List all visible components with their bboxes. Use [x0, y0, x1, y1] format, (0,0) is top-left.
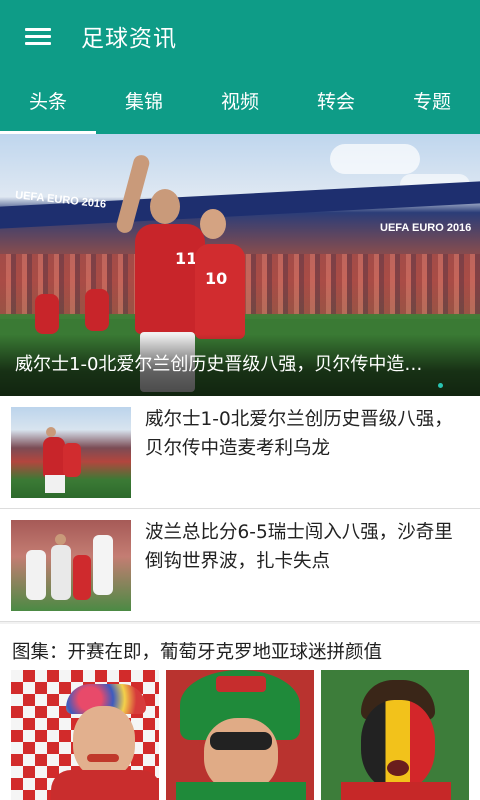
- gallery-title: 图集：开赛在即，葡萄牙克罗地亚球迷拼颜值: [12, 642, 383, 663]
- photo-gallery: 图集：开赛在即，葡萄牙克罗地亚球迷拼颜值: [0, 624, 480, 800]
- news-title: 波兰总比分6-5瑞士闯入八强，沙奇里倒钩世界波，扎卡失点: [145, 522, 453, 572]
- news-thumbnail: [11, 407, 131, 498]
- tab-transfers[interactable]: 转会: [288, 72, 384, 134]
- hero-caption: 威尔士1-0北爱尔兰创历史晋级八强，贝尔传中造…: [0, 334, 480, 396]
- tab-headlines[interactable]: 头条: [0, 72, 96, 134]
- news-item[interactable]: 波兰总比分6-5瑞士闯入八强，沙奇里倒钩世界波，扎卡失点: [0, 509, 480, 622]
- tab-videos[interactable]: 视频: [192, 72, 288, 134]
- player-number-11: 11: [175, 249, 198, 268]
- tab-bar: 头条 集锦 视频 转会 专题: [0, 72, 480, 134]
- gallery-image-belgium-fan[interactable]: [321, 670, 469, 800]
- carousel-indicator-dot: [438, 383, 443, 388]
- app-bar: 足球资讯: [0, 0, 480, 72]
- gallery-image-croatia-fan[interactable]: [11, 670, 159, 800]
- player-number-10: 10: [205, 269, 228, 288]
- news-title: 威尔士1-0北爱尔兰创历史晋级八强，贝尔传中造麦考利乌龙: [145, 409, 453, 459]
- tab-highlights[interactable]: 集锦: [96, 72, 192, 134]
- app-title: 足球资讯: [81, 26, 177, 52]
- gallery-image-portugal-fan[interactable]: [166, 670, 314, 800]
- hero-carousel[interactable]: UEFA EURO 2016 UEFA EURO 2016 11 10 威尔士1…: [0, 134, 480, 396]
- news-item[interactable]: 威尔士1-0北爱尔兰创历史晋级八强，贝尔传中造麦考利乌龙: [0, 396, 480, 509]
- gallery-row: [0, 670, 480, 800]
- hamburger-menu-icon[interactable]: [25, 26, 51, 46]
- news-thumbnail: [11, 520, 131, 611]
- stadium-banner-right: UEFA EURO 2016: [380, 222, 472, 234]
- tab-specials[interactable]: 专题: [384, 72, 480, 134]
